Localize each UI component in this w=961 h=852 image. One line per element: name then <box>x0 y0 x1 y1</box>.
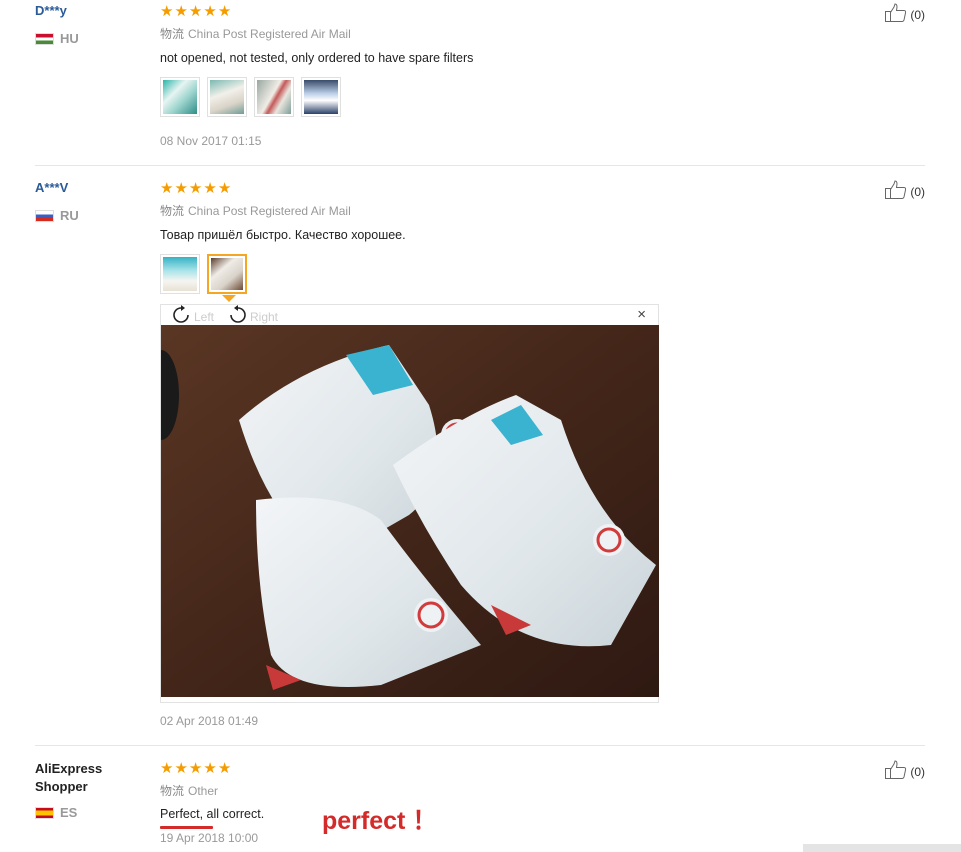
thumbs-up-icon <box>884 180 908 203</box>
spain-flag-icon <box>35 806 54 819</box>
review-item: A***V RU ★ ★ ★ ★ ★ 物流 China Post Register… <box>35 180 925 740</box>
star-icon: ★ <box>160 759 174 777</box>
thumbs-up-icon <box>884 760 908 783</box>
country-code: ES <box>60 805 78 820</box>
star-icon: ★ <box>217 759 232 777</box>
shipping-method: Other <box>188 784 219 798</box>
review-divider <box>35 745 925 746</box>
selected-photo-pointer <box>222 295 236 302</box>
country-code: HU <box>60 31 79 46</box>
review-date: 02 Apr 2018 01:49 <box>160 714 259 728</box>
review-photos <box>160 77 341 117</box>
reviewer-country: RU <box>35 208 79 223</box>
star-icon: ★ <box>188 179 203 197</box>
review-photo-large <box>161 325 659 697</box>
photo-viewer-toolbar: Left Right × <box>161 305 658 325</box>
shipping-info: 物流 China Post Registered Air Mail <box>160 25 351 42</box>
star-icon: ★ <box>217 2 232 20</box>
reviewer-name[interactable]: AliExpress Shopper <box>35 760 135 796</box>
review-item: D***y HU ★ ★ ★ ★ ★ 物流 China Post Register… <box>35 3 925 163</box>
review-photo-thumbnail[interactable] <box>207 77 247 117</box>
shipping-method: China Post Registered Air Mail <box>188 27 351 41</box>
annotation-text: perfect ！ <box>322 807 438 835</box>
star-rating: ★ ★ ★ ★ ★ <box>160 180 231 196</box>
star-icon: ★ <box>188 2 203 20</box>
like-count: (0) <box>910 7 925 22</box>
review-text: Perfect, all correct. <box>160 807 265 821</box>
star-icon: ★ <box>174 2 188 20</box>
rotate-right-label: Right <box>250 309 279 324</box>
star-icon: ★ <box>203 759 217 777</box>
star-icon: ★ <box>174 179 188 197</box>
star-icon: ★ <box>203 179 217 197</box>
rotate-left-label: Left <box>194 309 215 324</box>
review-photo-thumbnail-selected[interactable] <box>207 254 247 294</box>
review-photo-thumbnail[interactable] <box>160 254 200 294</box>
reviewer-country: HU <box>35 31 79 46</box>
thumbs-up-icon <box>884 3 908 26</box>
star-rating: ★ ★ ★ ★ ★ <box>160 3 231 19</box>
review-photo-thumbnail[interactable] <box>254 77 294 117</box>
russia-flag-icon <box>35 209 54 222</box>
photo-viewer: Left Right × <box>160 304 659 703</box>
annotation-underline <box>160 826 213 829</box>
like-count: (0) <box>910 764 925 779</box>
reviewer-country: ES <box>35 805 77 820</box>
filter-packages-image <box>161 325 659 697</box>
review-photos <box>160 254 247 294</box>
review-photo-thumbnail[interactable] <box>301 77 341 117</box>
star-icon: ★ <box>217 179 232 197</box>
shipping-info: 物流 Other <box>160 782 218 799</box>
hungary-flag-icon <box>35 32 54 45</box>
review-date: 08 Nov 2017 01:15 <box>160 134 262 148</box>
shipping-label: 物流 <box>160 784 185 798</box>
like-count: (0) <box>910 184 925 199</box>
shipping-label: 物流 <box>160 204 185 218</box>
review-item: AliExpress Shopper ES ★ ★ ★ ★ ★ 物流 Other … <box>35 760 925 852</box>
review-photo-thumbnail[interactable] <box>160 77 200 117</box>
close-icon[interactable]: × <box>637 307 646 323</box>
country-code: RU <box>60 208 79 223</box>
reviewer-name[interactable]: D***y <box>35 3 67 18</box>
shipping-method: China Post Registered Air Mail <box>188 204 351 218</box>
review-divider <box>35 165 925 166</box>
star-icon: ★ <box>188 759 203 777</box>
like-button[interactable]: (0) <box>884 760 925 783</box>
shipping-label: 物流 <box>160 27 185 41</box>
star-icon: ★ <box>160 179 174 197</box>
like-button[interactable]: (0) <box>884 3 925 26</box>
star-icon: ★ <box>160 2 174 20</box>
star-rating: ★ ★ ★ ★ ★ <box>160 760 231 776</box>
review-date: 19 Apr 2018 10:00 <box>160 831 259 845</box>
star-icon: ★ <box>174 759 188 777</box>
shipping-info: 物流 China Post Registered Air Mail <box>160 202 351 219</box>
page-corner-bar <box>803 844 961 852</box>
like-button[interactable]: (0) <box>884 180 925 203</box>
review-text: Товар пришёл быстро. Качество хорошее. <box>160 228 406 242</box>
star-icon: ★ <box>203 2 217 20</box>
reviewer-name[interactable]: A***V <box>35 180 68 195</box>
review-text: not opened, not tested, only ordered to … <box>160 51 474 65</box>
